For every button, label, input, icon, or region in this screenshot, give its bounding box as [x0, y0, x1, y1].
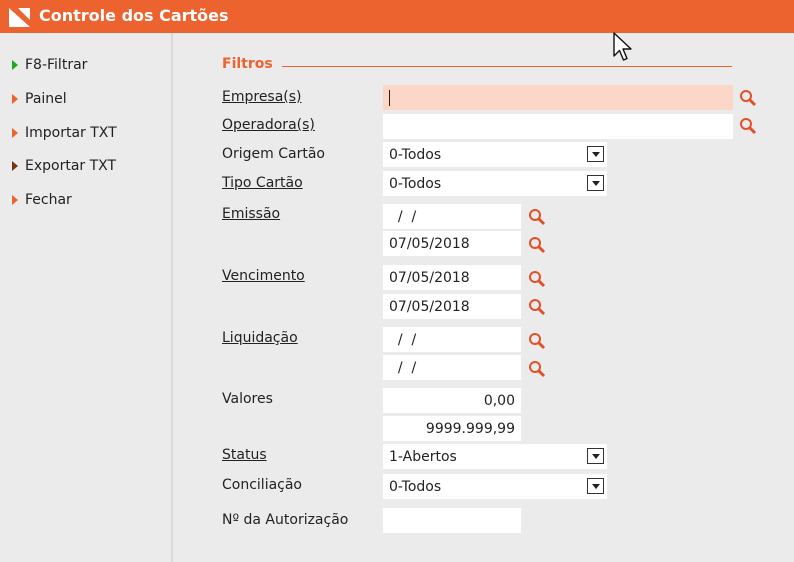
- dropdown-arrow-icon[interactable]: [587, 448, 604, 464]
- orange-arrow-icon: [12, 94, 18, 104]
- title-bar: Controle dos Cartões: [0, 0, 794, 33]
- dropdown-arrow-icon[interactable]: [587, 478, 604, 494]
- emissao-from-input[interactable]: / /: [383, 204, 521, 229]
- dropdown-arrow-icon[interactable]: [587, 175, 604, 191]
- emissao-to-input[interactable]: 07/05/2018: [383, 231, 521, 256]
- valores-from-input[interactable]: 0,00: [383, 388, 521, 413]
- sidebar: [0, 33, 173, 562]
- tipo-cartao-label: Tipo Cartão: [222, 175, 303, 191]
- tipo-cartao-value: 0-Todos: [389, 175, 442, 192]
- conciliacao-select[interactable]: 0-Todos: [383, 474, 607, 499]
- search-icon[interactable]: [528, 236, 546, 254]
- valores-label: Valores: [222, 391, 273, 407]
- dropdown-arrow-icon[interactable]: [587, 146, 604, 162]
- mouse-cursor-icon: [613, 32, 632, 61]
- autorizacao-label: Nº da Autorização: [222, 512, 349, 528]
- emissao-label: Emissão: [222, 206, 281, 222]
- sidebar-item-label: Painel: [25, 91, 67, 107]
- green-arrow-icon: [12, 60, 18, 70]
- search-icon[interactable]: [739, 89, 757, 107]
- origem-cartao-value: 0-Todos: [389, 146, 442, 163]
- search-icon[interactable]: [528, 332, 546, 350]
- search-icon[interactable]: [739, 117, 757, 135]
- sidebar-item-label: Exportar TXT: [25, 158, 117, 174]
- operadora-label: Operadora(s): [222, 117, 315, 133]
- operadora-input[interactable]: [383, 114, 733, 139]
- filters-divider: [282, 66, 732, 67]
- conciliacao-value: 0-Todos: [389, 478, 442, 495]
- search-icon[interactable]: [528, 360, 546, 378]
- search-icon[interactable]: [528, 208, 546, 226]
- sidebar-item-fechar[interactable]: Fechar: [12, 190, 72, 210]
- sidebar-item-label: F8-Filtrar: [25, 57, 88, 73]
- search-icon[interactable]: [528, 298, 546, 316]
- sidebar-item-exportar-txt[interactable]: Exportar TXT: [12, 156, 116, 176]
- window-title: Controle dos Cartões: [39, 6, 229, 25]
- search-icon[interactable]: [528, 270, 546, 288]
- sidebar-item-label: Importar TXT: [25, 125, 117, 141]
- tipo-cartao-select[interactable]: 0-Todos: [383, 171, 607, 196]
- orange-arrow-icon: [12, 128, 18, 138]
- text-caret: [389, 89, 390, 106]
- liquidacao-to-input[interactable]: / /: [383, 355, 521, 380]
- status-label: Status: [222, 447, 267, 463]
- vencimento-to-input[interactable]: 07/05/2018: [383, 294, 521, 319]
- app-logo-icon: [9, 8, 30, 27]
- origem-cartao-label: Origem Cartão: [222, 146, 325, 162]
- sidebar-item-painel[interactable]: Painel: [12, 89, 67, 109]
- empresa-input[interactable]: [383, 85, 733, 110]
- status-value: 1-Abertos: [389, 448, 457, 465]
- vencimento-label: Vencimento: [222, 268, 305, 284]
- sidebar-item-label: Fechar: [25, 192, 72, 208]
- brown-arrow-icon: [12, 161, 18, 171]
- empresa-label: Empresa(s): [222, 89, 302, 105]
- valores-to-input[interactable]: 9999.999,99: [383, 416, 521, 441]
- liquidacao-from-input[interactable]: / /: [383, 327, 521, 352]
- autorizacao-input[interactable]: [383, 508, 521, 533]
- origem-cartao-select[interactable]: 0-Todos: [383, 142, 607, 167]
- liquidacao-label: Liquidação: [222, 330, 298, 346]
- filters-legend: Filtros: [222, 56, 273, 72]
- sidebar-item-filtrar[interactable]: F8-Filtrar: [12, 55, 87, 75]
- orange-arrow-icon: [12, 195, 18, 205]
- status-select[interactable]: 1-Abertos: [383, 444, 607, 469]
- vencimento-from-input[interactable]: 07/05/2018: [383, 265, 521, 290]
- conciliacao-label: Conciliação: [222, 477, 303, 493]
- sidebar-item-importar-txt[interactable]: Importar TXT: [12, 123, 117, 143]
